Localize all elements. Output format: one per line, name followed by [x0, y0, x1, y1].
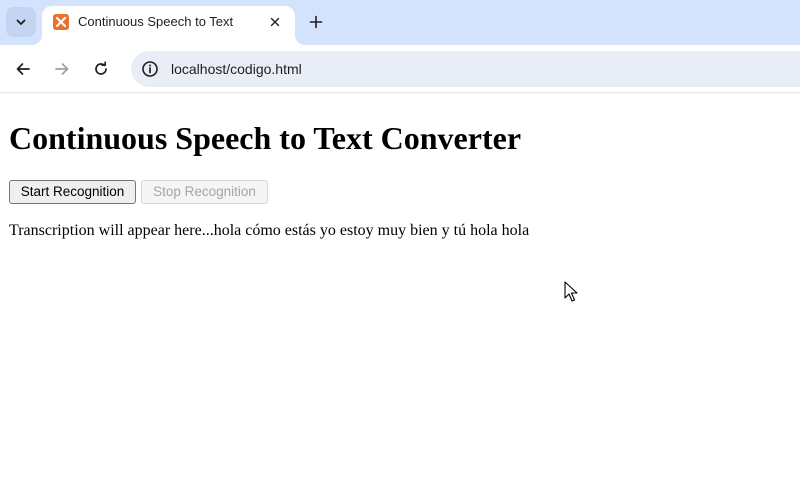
- new-tab-button[interactable]: [303, 9, 329, 35]
- browser-toolbar: localhost/codigo.html: [0, 45, 800, 93]
- back-button[interactable]: [8, 54, 38, 84]
- tab-title: Continuous Speech to Text: [78, 14, 234, 29]
- arrow-right-icon: [55, 63, 69, 75]
- reload-icon: [95, 61, 107, 75]
- arrow-left-icon: [16, 63, 30, 75]
- transcription-text: Transcription will appear here...hola có…: [9, 222, 530, 239]
- browser-tab-active[interactable]: Continuous Speech to Text: [32, 6, 305, 45]
- forward-button[interactable]: [47, 54, 77, 84]
- close-icon: [270, 17, 280, 27]
- tab-strip: Continuous Speech to Text: [0, 0, 800, 45]
- chevron-down-icon: [16, 19, 26, 25]
- address-bar[interactable]: localhost/codigo.html: [131, 51, 800, 87]
- tab-close-button[interactable]: [266, 13, 284, 31]
- mouse-cursor-icon: [564, 281, 578, 302]
- xampp-icon: [53, 14, 69, 30]
- site-info-icon[interactable]: [139, 58, 161, 80]
- tab-search-button[interactable]: [6, 7, 36, 37]
- reload-button[interactable]: [86, 54, 116, 84]
- stop-recognition-button[interactable]: Stop Recognition: [141, 180, 268, 204]
- start-recognition-button[interactable]: Start Recognition: [9, 180, 136, 204]
- page-content: Continuous Speech to Text Converter Star…: [0, 94, 800, 497]
- url-text[interactable]: localhost/codigo.html: [171, 60, 302, 78]
- plus-icon: [309, 15, 323, 29]
- page-title: Continuous Speech to Text Converter: [9, 120, 522, 156]
